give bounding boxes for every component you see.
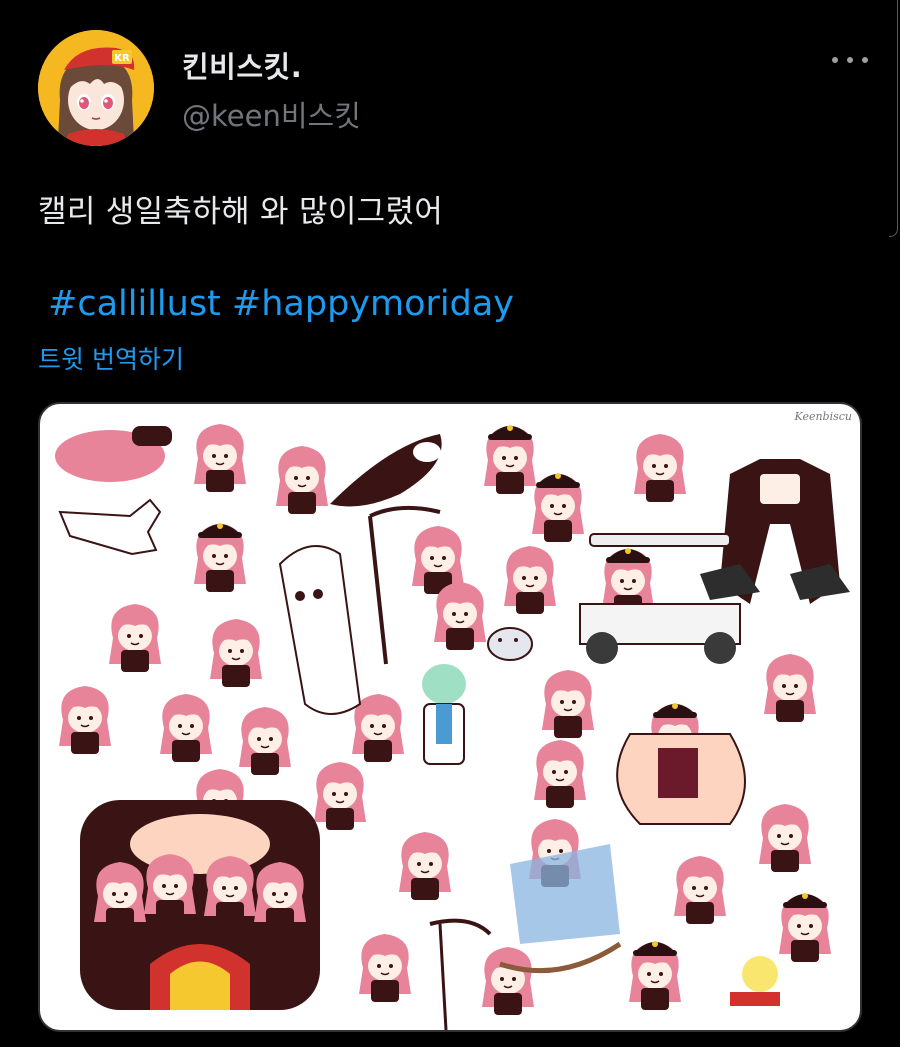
media-watermark: Keenbiscu: [794, 410, 852, 423]
hashtag-link[interactable]: #happymoriday: [232, 284, 514, 324]
author-display-name[interactable]: 킨비스킷.: [182, 44, 302, 86]
tweet-media-image[interactable]: Keenbiscu: [38, 402, 862, 1032]
dot: [832, 57, 838, 63]
avatar[interactable]: KR: [38, 30, 154, 146]
author-handle[interactable]: @keen비스킷: [182, 93, 361, 135]
dot: [862, 57, 868, 63]
hashtag-link[interactable]: #callillust: [48, 284, 221, 324]
scrollbar[interactable]: [888, 0, 900, 240]
tweet-hashtags: #callillust #happymoriday: [48, 284, 514, 324]
scrollbar-thumb[interactable]: [889, 0, 898, 237]
fanart-illustration: [55, 423, 850, 1030]
dot: [847, 57, 853, 63]
tweet-text: 캘리 생일축하해 와 많이그렸어: [38, 194, 444, 230]
tweet-header: KR 킨비스킷. @keen비스킷: [38, 30, 870, 150]
svg-text:KR: KR: [114, 53, 130, 64]
more-options-icon[interactable]: [832, 50, 868, 70]
translate-tweet-link[interactable]: 트윗 번역하기: [38, 340, 184, 376]
avatar-illustration: KR: [38, 30, 154, 146]
